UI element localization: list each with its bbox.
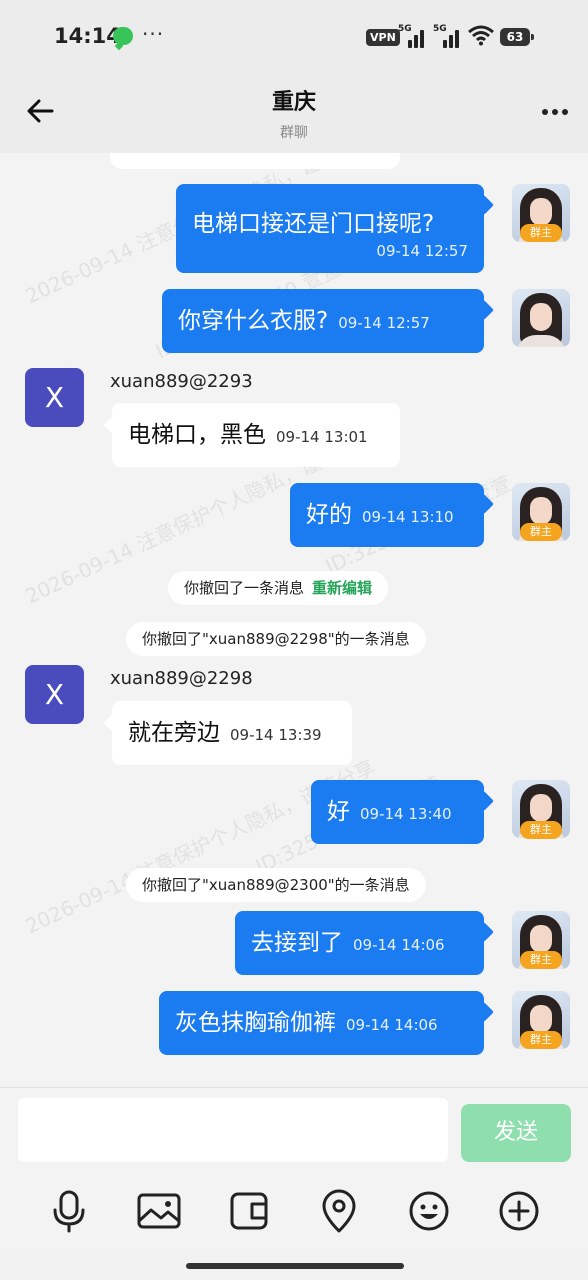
previous-message-edge <box>110 153 400 169</box>
message-text: 就在旁边 <box>128 720 220 746</box>
recall-notice-text: 你撤回了"xuan889@2298"的一条消息 <box>142 630 410 648</box>
message-input[interactable] <box>18 1098 448 1162</box>
chat-header: 重庆 群聊 <box>0 70 588 153</box>
message-time: 09-14 12:57 <box>376 242 468 260</box>
message-time: 09-14 13:40 <box>360 805 452 823</box>
image-icon[interactable] <box>134 1186 184 1236</box>
recall-notice-text: 你撤回了一条消息 <box>184 579 305 597</box>
chat-screen: 14:14 ··· VPN 5G 5G 63 重庆 群聊 2026-09-14 … <box>0 0 588 1280</box>
message-time: 09-14 13:39 <box>230 726 322 744</box>
recall-notice-text: 你撤回了"xuan889@2300"的一条消息 <box>142 876 410 894</box>
message-text: 去接到了 <box>251 930 343 956</box>
message-text: 灰色抹胸瑜伽裤 <box>175 1010 336 1036</box>
chat-title: 重庆 <box>271 90 316 115</box>
send-button[interactable]: 发送 <box>461 1104 571 1162</box>
owner-badge: 群主 <box>520 821 562 839</box>
status-time: 14:14 <box>54 24 121 48</box>
message-time: 09-14 13:10 <box>362 508 454 526</box>
signal-icon: 5G <box>433 24 463 48</box>
message-text: 电梯口，黑色 <box>128 422 266 448</box>
message-time: 09-14 14:06 <box>353 936 445 954</box>
message-bubble-outgoing[interactable]: 去接到了 09-14 14:06 <box>235 911 484 975</box>
network-type-label: 5G <box>398 24 412 34</box>
message-time: 09-14 13:01 <box>276 428 368 446</box>
message-time: 09-14 14:06 <box>346 1016 438 1034</box>
recall-notice: 你撤回了"xuan889@2298"的一条消息 <box>126 622 426 656</box>
vpn-badge: VPN <box>366 29 400 46</box>
message-text: 好 <box>327 799 350 825</box>
my-avatar[interactable] <box>512 289 570 347</box>
status-bar: 14:14 ··· VPN 5G 5G 63 <box>0 0 588 70</box>
more-options-button[interactable] <box>540 100 570 124</box>
message-bubble-outgoing[interactable]: 灰色抹胸瑜伽裤 09-14 14:06 <box>159 991 484 1055</box>
message-bubble-outgoing[interactable]: 好的 09-14 13:10 <box>290 483 484 547</box>
message-bubble-outgoing[interactable]: 好 09-14 13:40 <box>311 780 484 844</box>
message-text: 你穿什么衣服? <box>178 308 329 334</box>
message-text: 好的 <box>306 502 352 528</box>
battery-icon: 63 <box>500 28 534 46</box>
owner-badge: 群主 <box>520 224 562 242</box>
recall-notice: 你撤回了"xuan889@2300"的一条消息 <box>126 868 426 902</box>
plus-icon[interactable] <box>494 1186 544 1236</box>
sender-name: xuan889@2298 <box>110 668 253 689</box>
owner-badge: 群主 <box>520 1031 562 1049</box>
message-notification-icon <box>113 27 133 45</box>
chat-subtitle: 群聊 <box>280 125 308 141</box>
owner-badge: 群主 <box>520 951 562 969</box>
owner-badge: 群主 <box>520 523 562 541</box>
sender-avatar[interactable]: X <box>25 665 84 724</box>
wifi-icon <box>468 25 494 46</box>
recall-notice: 你撤回了一条消息 重新编辑 <box>168 571 389 605</box>
dot <box>562 109 568 115</box>
message-bubble-incoming[interactable]: 就在旁边 09-14 13:39 <box>112 701 352 765</box>
dot <box>542 109 548 115</box>
more-notifications-icon: ··· <box>142 22 165 46</box>
re-edit-link[interactable]: 重新编辑 <box>312 579 372 597</box>
message-list[interactable]: 2026-09-14 注意保护个人隐私，谨慎分享 ID:3258647450 萱… <box>0 153 588 1087</box>
composer-toolbar <box>0 1177 588 1247</box>
message-bubble-outgoing[interactable]: 电梯口接还是门口接呢? 09-14 12:57 <box>176 184 484 273</box>
message-bubble-outgoing[interactable]: 你穿什么衣服? 09-14 12:57 <box>162 289 484 353</box>
dot <box>552 109 558 115</box>
location-icon[interactable] <box>314 1186 364 1236</box>
signal-icon: 5G <box>398 24 428 48</box>
sender-avatar[interactable]: X <box>25 368 84 427</box>
microphone-icon[interactable] <box>44 1186 94 1236</box>
message-bubble-incoming[interactable]: 电梯口，黑色 09-14 13:01 <box>112 403 400 467</box>
emoji-icon[interactable] <box>404 1186 454 1236</box>
home-indicator[interactable] <box>186 1263 404 1269</box>
sender-name: xuan889@2293 <box>110 371 253 392</box>
composer: 发送 <box>0 1087 588 1177</box>
message-text: 电梯口接还是门口接呢? <box>192 211 435 237</box>
wallet-icon[interactable] <box>224 1186 274 1236</box>
network-type-label: 5G <box>433 24 447 34</box>
message-time: 09-14 12:57 <box>338 314 430 332</box>
